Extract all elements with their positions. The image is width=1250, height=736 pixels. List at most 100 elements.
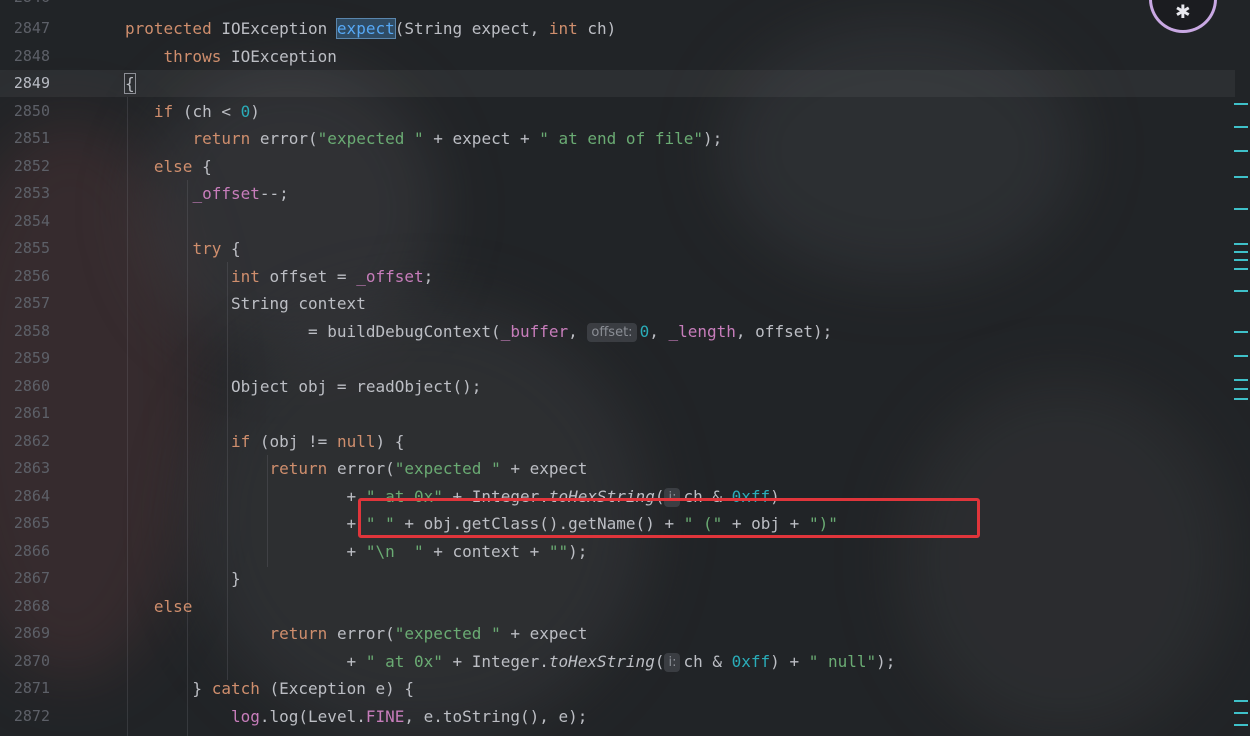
- code-token: 0: [639, 322, 650, 341]
- code-token: ) {: [375, 432, 405, 451]
- code-line[interactable]: if (obj != null) {: [125, 428, 404, 455]
- code-token: 0: [240, 102, 251, 121]
- code-token: 0xff: [731, 652, 771, 671]
- code-token: +: [125, 487, 366, 506]
- code-token: error(: [259, 129, 318, 148]
- code-line[interactable]: throws IOException: [125, 43, 337, 70]
- code-token: protected: [125, 19, 222, 38]
- code-line[interactable]: try {: [125, 235, 240, 262]
- code-line[interactable]: return error("expected " + expect: [125, 455, 588, 482]
- code-line[interactable]: String context: [125, 290, 366, 317]
- code-token: , e.toString(), e);: [404, 707, 588, 726]
- code-line[interactable]: int offset = _offset;: [125, 263, 433, 290]
- code-token: "\n ": [365, 542, 424, 561]
- code-line[interactable]: else {: [125, 153, 212, 180]
- code-token: _offset: [356, 267, 424, 286]
- code-token: _buffer: [500, 322, 569, 341]
- code-line[interactable]: _offset--;: [125, 180, 289, 207]
- code-token: try: [192, 239, 231, 258]
- code-line[interactable]: + "\n " + context + "");: [125, 538, 588, 565]
- code-token: (ch <: [182, 102, 241, 121]
- code-token: = buildDebugContext(: [125, 322, 501, 341]
- code-token: _offset: [192, 184, 260, 203]
- code-token: ) +: [770, 652, 809, 671]
- code-token: , offset);: [735, 322, 833, 341]
- code-token: );: [876, 652, 896, 671]
- code-token: int: [230, 267, 270, 286]
- code-token: {: [124, 73, 136, 94]
- code-token: catch: [211, 679, 270, 698]
- code-token: offset =: [269, 267, 357, 286]
- code-line[interactable]: {: [124, 70, 136, 97]
- code-line[interactable]: + " at 0x" + Integer.toHexString(i: ch & …: [125, 648, 895, 675]
- code-token: ): [250, 102, 260, 121]
- code-token: "expected ": [394, 624, 501, 643]
- code-line[interactable]: protected IOException expect(String expe…: [125, 15, 616, 42]
- annotation-highlight-box: [358, 498, 980, 538]
- code-token: );: [703, 129, 723, 148]
- code-token: else: [153, 597, 193, 616]
- code-token: +: [125, 542, 366, 561]
- code-line[interactable]: = buildDebugContext(_buffer, offset: 0, _…: [125, 318, 832, 345]
- code-token: --;: [259, 184, 289, 203]
- code-line[interactable]: log.log(Level.FINE, e.toString(), e);: [125, 703, 587, 730]
- code-token: (: [654, 652, 665, 671]
- code-line[interactable]: Object obj = readObject();: [125, 373, 481, 400]
- inlay-parameter-hint: i:: [664, 653, 681, 672]
- code-line[interactable]: }: [125, 565, 241, 592]
- code-token: String context: [125, 294, 366, 313]
- code-token: ch &: [683, 652, 732, 671]
- code-token: "expected ": [394, 459, 501, 478]
- code-token: {: [202, 157, 212, 176]
- code-token: }: [125, 679, 212, 698]
- code-token: + Integer.: [442, 652, 549, 671]
- code-token: ,: [649, 322, 669, 341]
- code-token: " at end of file": [539, 129, 703, 148]
- code-token: }: [125, 569, 241, 588]
- code-token: +: [125, 514, 366, 533]
- code-token: IOException: [230, 47, 337, 66]
- code-token: "": [548, 542, 569, 561]
- code-token: throws: [163, 47, 231, 66]
- code-line[interactable]: return error("expected " + expect: [125, 620, 588, 647]
- code-token: log: [230, 707, 260, 726]
- code-token: + expect: [500, 624, 588, 643]
- code-token: if: [153, 102, 183, 121]
- code-token: null: [336, 432, 376, 451]
- code-token: FINE: [365, 707, 405, 726]
- code-token: ch): [577, 19, 617, 38]
- code-token: ;: [423, 267, 434, 286]
- code-token: (Exception e) {: [269, 679, 415, 698]
- editor-scrollbar-markers[interactable]: [1232, 0, 1250, 736]
- code-line[interactable]: else: [125, 593, 193, 620]
- code-token: );: [568, 542, 588, 561]
- code-token: error(: [336, 459, 395, 478]
- code-token: + expect +: [423, 129, 540, 148]
- code-editor[interactable]: protected IOException expect(String expe…: [0, 0, 1232, 736]
- code-token: else: [153, 157, 203, 176]
- code-token: + expect: [500, 459, 588, 478]
- code-line[interactable]: return error("expected " + expect + " at…: [125, 125, 722, 152]
- code-token: ,: [568, 322, 588, 341]
- code-line[interactable]: } catch (Exception e) {: [125, 675, 414, 702]
- inlay-parameter-hint: offset:: [587, 323, 637, 342]
- code-token: + context +: [423, 542, 549, 561]
- code-token: _length: [668, 322, 736, 341]
- code-token: "expected ": [317, 129, 424, 148]
- method-name-highlight: expect: [335, 18, 396, 39]
- code-line[interactable]: if (ch < 0): [125, 98, 260, 125]
- code-token: error(: [336, 624, 395, 643]
- code-token: return: [269, 459, 337, 478]
- code-token: .log(Level.: [259, 707, 366, 726]
- code-token: toHexString: [548, 652, 655, 671]
